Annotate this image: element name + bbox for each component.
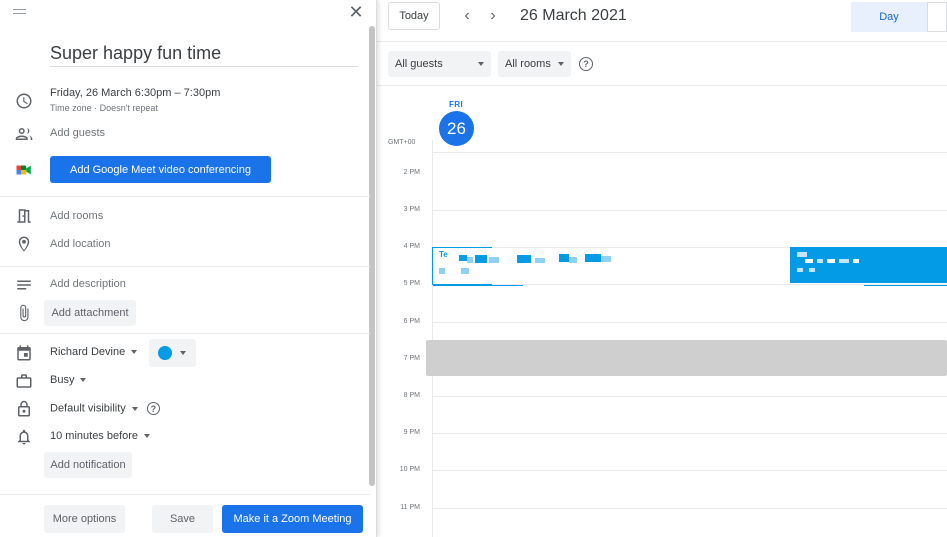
hour-line (432, 396, 947, 397)
hour-label: 4 PM (403, 243, 420, 250)
event-editor-panel: ✕ Friday, 26 March 6:30pm – 7:30pm Time … (0, 0, 377, 537)
chevron-down-icon (131, 406, 138, 411)
hour-label: 2 PM (403, 169, 420, 176)
add-description-field[interactable]: Add description (50, 278, 126, 290)
guests-filter-select[interactable]: All guests (388, 51, 491, 77)
add-attachment-button[interactable]: Add attachment (44, 300, 136, 326)
hour-label: 7 PM (403, 355, 420, 362)
people-icon (14, 124, 34, 144)
grid-divider (432, 140, 433, 537)
calendar-day-view: Today ‹ › 26 March 2021 Day All guests A… (377, 0, 947, 537)
rooms-filter-label: All rooms (505, 58, 551, 70)
more-options-button[interactable]: More options (44, 505, 125, 533)
chevron-right-icon[interactable]: › (485, 8, 501, 24)
hour-line (432, 322, 947, 323)
hour-line (432, 470, 947, 471)
guests-filter-label: All guests (395, 58, 443, 70)
timezone-repeat-link[interactable]: Time zone · Doesn't repeat (50, 103, 158, 113)
divider (0, 266, 370, 267)
date-title: 26 March 2021 (520, 7, 627, 24)
chevron-down-icon (558, 62, 564, 66)
briefcase-icon (14, 371, 34, 391)
hour-label: 5 PM (403, 280, 420, 287)
view-day-button[interactable]: Day (851, 2, 927, 32)
event-datetime[interactable]: Friday, 26 March 6:30pm – 7:30pm (50, 87, 220, 99)
help-icon[interactable]: ? (579, 57, 593, 71)
filter-bar: All guests All rooms ? (377, 42, 947, 86)
zoom-meeting-button[interactable]: Make it a Zoom Meeting (222, 505, 363, 533)
day-name: FRI (449, 100, 464, 109)
calendar-app: Today ‹ › 26 March 2021 Day All guests A… (0, 0, 947, 537)
event-title: Te (439, 250, 448, 259)
hour-label: 10 PM (399, 466, 420, 473)
event-underline (864, 285, 947, 286)
bell-icon (14, 427, 34, 447)
busy-status-select[interactable]: Busy (50, 374, 87, 386)
calendar-owner-select[interactable]: Richard Devine (50, 346, 138, 358)
hour-line (432, 152, 947, 153)
add-guests-field[interactable]: Add guests (50, 127, 105, 139)
draft-event-block[interactable] (426, 340, 947, 376)
hour-line (432, 210, 947, 211)
hour-line (432, 508, 947, 509)
clock-icon (14, 91, 34, 111)
chevron-down-icon (80, 378, 87, 383)
notification-select[interactable]: 10 minutes before (50, 430, 151, 442)
divider (0, 196, 370, 197)
hour-label: 6 PM (403, 318, 420, 325)
view-week-button[interactable] (927, 2, 947, 32)
location-pin-icon (14, 234, 34, 254)
visibility-label: Default visibility (50, 402, 126, 415)
chevron-down-icon (131, 350, 138, 355)
calendar-icon (14, 343, 34, 363)
divider (0, 333, 370, 334)
chevron-down-icon (144, 434, 151, 439)
description-icon (14, 275, 34, 295)
event-title-input[interactable] (50, 43, 358, 67)
rooms-filter-select[interactable]: All rooms (498, 51, 571, 77)
close-icon[interactable]: ✕ (347, 3, 365, 21)
scrollbar[interactable] (369, 26, 375, 486)
add-rooms-field[interactable]: Add rooms (50, 210, 103, 222)
chevron-down-icon (478, 62, 484, 66)
visibility-select[interactable]: Default visibility? (50, 402, 160, 415)
timezone-label: GMT+00 (388, 139, 416, 146)
today-button[interactable]: Today (388, 2, 440, 30)
google-meet-icon (14, 160, 34, 180)
hour-label: 8 PM (403, 392, 420, 399)
chevron-down-icon (180, 351, 186, 355)
add-notification-button[interactable]: Add notification (44, 452, 132, 478)
calendar-owner-label: Richard Devine (50, 346, 126, 358)
paperclip-icon (14, 303, 34, 323)
add-meet-button[interactable]: Add Google Meet video conferencing (50, 156, 271, 183)
event-block[interactable] (790, 247, 947, 283)
day-number[interactable]: 26 (439, 111, 474, 146)
door-icon (14, 206, 34, 226)
add-location-field[interactable]: Add location (50, 238, 111, 250)
hour-label: 9 PM (403, 429, 420, 436)
color-swatch (158, 346, 172, 360)
hour-label: 3 PM (403, 206, 420, 213)
busy-status-label: Busy (50, 374, 75, 386)
notification-label: 10 minutes before (50, 430, 139, 442)
save-button[interactable]: Save (152, 505, 213, 533)
lock-icon (14, 399, 34, 419)
event-color-select[interactable] (149, 339, 196, 367)
footer-divider (0, 494, 370, 495)
chevron-left-icon[interactable]: ‹ (459, 8, 475, 24)
hour-line (432, 433, 947, 434)
help-icon[interactable]: ? (146, 402, 160, 415)
hour-label: 11 PM (400, 504, 420, 511)
calendar-toolbar: Today ‹ › 26 March 2021 Day (377, 0, 947, 42)
drag-handle-icon[interactable] (13, 9, 26, 14)
